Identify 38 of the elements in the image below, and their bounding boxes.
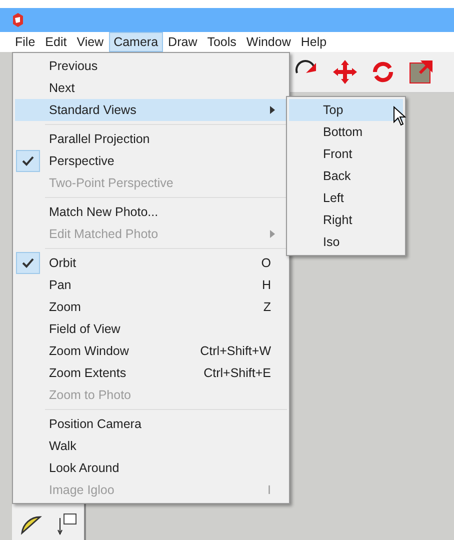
mouse-pointer-icon bbox=[393, 106, 406, 126]
menu-item[interactable]: Match New Photo... bbox=[15, 201, 287, 223]
menu-title[interactable]: File bbox=[10, 32, 40, 52]
menu-title[interactable]: Help bbox=[296, 32, 332, 52]
menu-item[interactable]: Parallel Projection bbox=[15, 128, 287, 150]
menu-item[interactable]: Field of View bbox=[15, 318, 287, 340]
menu-item[interactable]: Zoom Z bbox=[15, 296, 287, 318]
submenu-arrow-icon bbox=[270, 106, 275, 114]
menu-title[interactable]: Window bbox=[241, 32, 296, 52]
text-label-icon[interactable] bbox=[56, 512, 78, 536]
menu-item[interactable]: Front bbox=[289, 143, 403, 165]
menu-title[interactable]: Draw bbox=[163, 32, 202, 52]
menu-item[interactable]: Bottom bbox=[289, 121, 403, 143]
app-logo-icon bbox=[12, 13, 24, 27]
menu-title[interactable]: Camera bbox=[108, 32, 164, 52]
menu-item[interactable]: Right bbox=[289, 209, 403, 231]
menu-item[interactable]: Zoom Window Ctrl+Shift+W bbox=[15, 340, 287, 362]
menu-item[interactable]: Iso bbox=[289, 231, 403, 253]
menu-item[interactable]: Previous bbox=[15, 55, 287, 77]
menu-item[interactable]: Zoom Extents Ctrl+Shift+E bbox=[15, 362, 287, 384]
menu-item[interactable]: Walk bbox=[15, 435, 287, 457]
menu-item[interactable]: Back bbox=[289, 165, 403, 187]
menu-title[interactable]: View bbox=[72, 32, 109, 52]
menu-title[interactable]: Edit bbox=[40, 32, 72, 52]
menu-item[interactable]: Position Camera bbox=[15, 413, 287, 435]
zoom-extents-icon[interactable] bbox=[408, 59, 434, 85]
menu-item[interactable]: Left bbox=[289, 187, 403, 209]
menu-item[interactable]: Orbit O bbox=[15, 252, 287, 274]
refresh-icon[interactable] bbox=[370, 59, 396, 85]
move-icon[interactable] bbox=[332, 59, 358, 85]
menu-item[interactable]: Next bbox=[15, 77, 287, 99]
menu-item[interactable]: Standard Views bbox=[15, 99, 287, 121]
menu-item[interactable]: Look Around bbox=[15, 457, 287, 479]
menu-item[interactable]: Perspective bbox=[15, 150, 287, 172]
menu-title[interactable]: Tools bbox=[202, 32, 242, 52]
menu-item[interactable]: Pan H bbox=[15, 274, 287, 296]
menu-item[interactable]: Top bbox=[289, 99, 403, 121]
submenu-arrow-icon bbox=[270, 230, 275, 238]
